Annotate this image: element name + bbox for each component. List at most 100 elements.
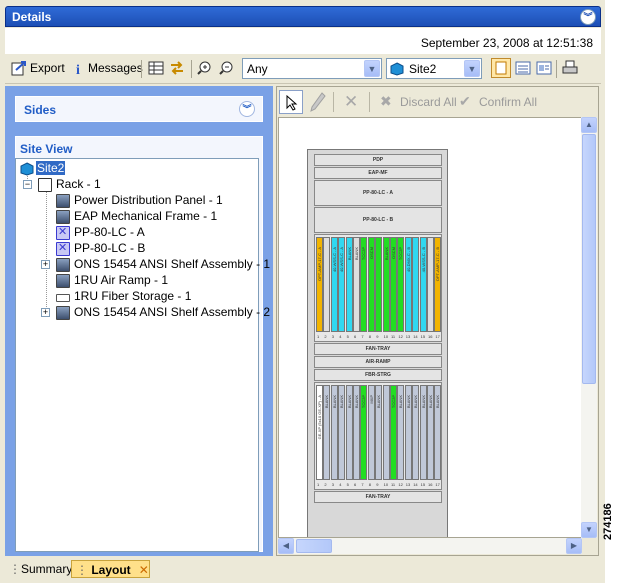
slot-number: 8 <box>368 482 372 487</box>
bay-fan-tray-1[interactable]: FAN-TRAY <box>314 343 442 355</box>
slot-number: 11 <box>391 334 396 339</box>
bay-pp-a[interactable]: PP-80-LC - A <box>314 180 442 206</box>
shelf-icon <box>56 193 70 208</box>
toolbar-divider <box>556 60 557 78</box>
scroll-down-icon[interactable]: ▼ <box>581 522 597 538</box>
slot-number: 16 <box>428 334 433 339</box>
slot-number: 8 <box>368 334 372 339</box>
bay-pdp[interactable]: PDP <box>314 154 442 166</box>
swap-icon[interactable] <box>169 60 185 76</box>
info-icon[interactable]: i <box>71 60 87 76</box>
collapse-chevron-icon[interactable]: ︾ <box>580 9 596 25</box>
slot-label: TCC2P <box>398 247 404 261</box>
filter-dropdown[interactable]: Any ▼ <box>242 58 382 79</box>
slot-number: 17 <box>435 482 440 487</box>
main-toolbar: Export i Messages Any ▼ Site2 ▼ <box>5 54 601 84</box>
tree-node-pp-a[interactable]: PP-80-LC - A <box>56 225 145 241</box>
discard-all-button[interactable]: Discard All <box>400 95 457 109</box>
expand-toggle-icon[interactable]: + <box>41 260 50 269</box>
bay-air-ramp[interactable]: AIR-RAMP <box>314 356 442 368</box>
tab-layout-label: Layout <box>91 563 131 577</box>
slot-label: TCC2P <box>361 395 367 409</box>
expand-chevron-icon[interactable]: ︾ <box>239 101 255 117</box>
rack-view-icon[interactable] <box>491 58 511 78</box>
slot-number: 12 <box>398 482 403 487</box>
list-view-icon[interactable] <box>515 60 531 76</box>
tree-node-eap[interactable]: EAP Mechanical Frame - 1 <box>56 209 217 225</box>
close-icon[interactable]: ✕ <box>139 563 149 577</box>
chevron-down-icon[interactable]: ▼ <box>364 60 380 77</box>
slot-number: 6 <box>354 334 357 339</box>
tree-node-label: PP-80-LC - B <box>74 241 146 255</box>
slot-number: 15 <box>420 482 426 487</box>
tree-node-shelf-1[interactable]: ONS 15454 ANSI Shelf Assembly - 1 <box>56 257 270 273</box>
fiber-storage-icon <box>56 294 70 303</box>
site-icon <box>390 62 404 76</box>
scroll-right-icon[interactable]: ▶ <box>566 538 582 554</box>
site-view-title: Site View <box>20 142 73 156</box>
export-icon[interactable] <box>11 60 27 76</box>
confirm-all-button[interactable]: Confirm All <box>479 95 537 109</box>
slot-label: BLANK <box>428 395 433 409</box>
horizontal-scrollbar[interactable]: ◀ ▶ <box>278 538 582 554</box>
tab-summary[interactable]: ⋮Summary <box>9 560 72 578</box>
rack-slot[interactable] <box>427 237 434 332</box>
toolbar-divider <box>369 92 370 112</box>
sides-title: Sides <box>24 103 57 117</box>
rack-slot[interactable] <box>323 237 331 332</box>
bottom-tab-bar: ⋮Summary ⋮ Layout ✕ <box>5 559 601 579</box>
delete-icon[interactable]: ✕ <box>344 92 358 112</box>
chevron-down-icon[interactable]: ▼ <box>464 60 480 77</box>
rack-canvas: PDP EAP-MF PP-80-LC - A PP-80-LC - B FAN… <box>278 117 585 538</box>
export-button[interactable]: Export <box>30 61 65 75</box>
tree-node-air-ramp[interactable]: 1RU Air Ramp - 1 <box>56 273 168 289</box>
tree-node-pp-b[interactable]: PP-80-LC - B <box>56 241 145 257</box>
slot-number: 12 <box>398 334 403 339</box>
slot-label: BLANK <box>346 247 352 261</box>
slot-label: BLANK <box>405 395 411 409</box>
select-tool[interactable] <box>279 90 303 114</box>
collapse-toggle-icon[interactable]: − <box>23 180 32 189</box>
toolbar-divider <box>141 60 142 78</box>
slot-label: OSCM <box>391 247 396 259</box>
bay-fiber-storage[interactable]: FBR-STRG <box>314 369 442 381</box>
vertical-scroll-thumb[interactable] <box>582 134 596 384</box>
slot-number: 1 <box>317 334 320 339</box>
tree-node-pdp[interactable]: Power Distribution Panel - 1 <box>56 193 223 209</box>
tab-layout[interactable]: ⋮ Layout ✕ <box>71 560 150 578</box>
print-icon[interactable] <box>562 60 578 76</box>
rack-slot[interactable] <box>375 237 383 332</box>
rack-slot[interactable] <box>382 385 390 480</box>
filter-value: Any <box>247 62 268 76</box>
rack-diagram: PDP EAP-MF PP-80-LC - A PP-80-LC - B FAN… <box>307 149 448 537</box>
messages-button[interactable]: Messages <box>88 61 143 75</box>
pencil-icon[interactable] <box>310 92 326 112</box>
rack-icon <box>38 177 52 192</box>
tree-node-label: EAP Mechanical Frame - 1 <box>74 209 218 223</box>
timestamp-bar: September 23, 2008 at 12:51:38 <box>5 28 601 54</box>
slot-number: 17 <box>435 334 440 339</box>
tree-node-rack[interactable]: Rack - 1 <box>38 177 101 193</box>
site-dropdown[interactable]: Site2 ▼ <box>386 58 482 79</box>
window-title: Details <box>12 10 52 24</box>
rack-slot[interactable] <box>412 237 420 332</box>
tree-node-label: Power Distribution Panel - 1 <box>74 193 223 207</box>
vertical-scrollbar[interactable]: ▲ ▼ <box>581 117 597 538</box>
tree-node-shelf-2[interactable]: ONS 15454 ANSI Shelf Assembly - 2 <box>56 305 270 321</box>
zoom-out-icon[interactable] <box>218 60 234 76</box>
table-icon[interactable] <box>148 60 164 76</box>
tree-node-site2[interactable]: Site2 <box>20 161 66 177</box>
toolbar-divider <box>191 60 192 78</box>
bay-eap[interactable]: EAP-MF <box>314 167 442 179</box>
scroll-left-icon[interactable]: ◀ <box>278 538 294 554</box>
tree-node-fiber-storage[interactable]: 1RU Fiber Storage - 1 <box>56 289 191 305</box>
bay-fan-tray-2[interactable]: FAN-TRAY <box>314 491 442 503</box>
slot-number: 7 <box>361 334 364 339</box>
expand-toggle-icon[interactable]: + <box>41 308 50 317</box>
zoom-in-icon[interactable] <box>196 60 212 76</box>
detail-view-icon[interactable] <box>536 60 552 76</box>
horizontal-scroll-thumb[interactable] <box>296 539 332 553</box>
bay-pp-b[interactable]: PP-80-LC - B <box>314 207 442 233</box>
scroll-up-icon[interactable]: ▲ <box>581 117 597 133</box>
slot-label: BLANK <box>346 395 352 409</box>
